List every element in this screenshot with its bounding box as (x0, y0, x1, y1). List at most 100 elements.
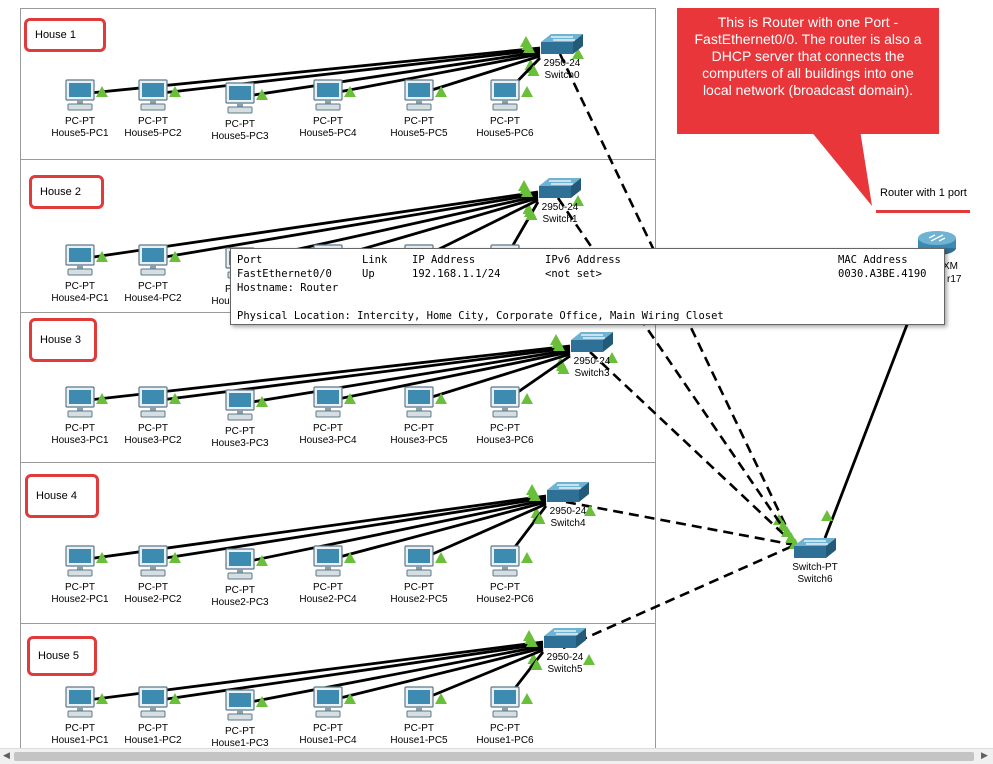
router-callout: This is Router with one Port - FastEther… (677, 8, 939, 134)
pc-device[interactable]: PC-PT House3-PC5 (379, 385, 459, 447)
pc-device[interactable]: PC-PT House5-PC3 (200, 81, 280, 143)
pc-device[interactable]: PC-PT House5-PC1 (40, 78, 120, 140)
desktop-icon (40, 385, 120, 421)
pc-name-label: House5-PC3 (211, 131, 269, 142)
switch-icon (552, 330, 632, 356)
link-status-indicator (821, 510, 833, 521)
pc-device[interactable]: PC-PT House3-PC6 (465, 385, 545, 447)
desktop-icon (465, 385, 545, 421)
pc-device[interactable]: PC-PT House2-PC5 (379, 544, 459, 606)
pc-name-label: House5-PC4 (299, 128, 357, 139)
pc-device[interactable]: PC-PT House2-PC6 (465, 544, 545, 606)
switch-name-label: Switch1 (542, 214, 578, 225)
pc-device[interactable]: PC-PT House3-PC3 (200, 388, 280, 450)
house-label-2[interactable]: House 2 (29, 175, 104, 209)
switch-icon (775, 536, 855, 562)
house-label-5[interactable]: House 5 (27, 636, 97, 676)
pc-device[interactable]: PC-PT House2-PC1 (40, 544, 120, 606)
uplink-link[interactable] (589, 351, 796, 546)
topology-canvas[interactable]: House 1 House 2 House 3 House 4 House 5 … (0, 0, 993, 755)
access-switch[interactable]: 2950-24 Switch0 (522, 32, 602, 82)
scroll-right-icon[interactable]: ▶ (981, 750, 988, 761)
pc-name-label: House3-PC3 (211, 438, 269, 449)
pc-device[interactable]: PC-PT House1-PC2 (113, 685, 193, 747)
pc-device[interactable]: PC-PT House4-PC2 (113, 243, 193, 305)
desktop-icon (379, 385, 459, 421)
popup-location: Physical Location: Intercity, Home City,… (237, 310, 724, 322)
switch-name-label: Switch4 (550, 518, 586, 529)
pc-device[interactable]: PC-PT House2-PC4 (288, 544, 368, 606)
desktop-icon (113, 78, 193, 114)
pc-type-label: PC-PT (65, 281, 95, 292)
pc-type-label: PC-PT (404, 423, 434, 434)
pc-type-label: PC-PT (313, 582, 343, 593)
pc-name-label: House3-PC4 (299, 435, 357, 446)
switch-model-label: 2950-24 (549, 506, 587, 517)
pc-type-label: PC-PT (65, 423, 95, 434)
pc-type-label: PC-PT (490, 723, 520, 734)
desktop-icon (113, 544, 193, 580)
pc-device[interactable]: PC-PT House2-PC2 (113, 544, 193, 606)
access-switch[interactable]: 2950-24 Switch1 (520, 176, 600, 226)
pc-type-label: PC-PT (138, 423, 168, 434)
core-switch-model: Switch-PT (792, 562, 838, 573)
pc-type-label: PC-PT (404, 723, 434, 734)
popup-header-link: Link (362, 254, 388, 266)
pc-device[interactable]: PC-PT House2-PC3 (200, 547, 280, 609)
pc-device[interactable]: PC-PT House1-PC1 (40, 685, 120, 747)
pc-name-label: House2-PC5 (390, 594, 448, 605)
popup-header-ipv6: IPv6 Address (545, 254, 621, 266)
pc-type-label: PC-PT (490, 116, 520, 127)
popup-header-mac: MAC Address (838, 254, 908, 266)
horizontal-scrollbar[interactable]: ◀ ▶ (0, 748, 993, 764)
house-label-3[interactable]: House 3 (29, 318, 97, 362)
house-label-1[interactable]: House 1 (24, 18, 106, 52)
access-switch[interactable]: 2950-24 Switch3 (552, 330, 632, 380)
pc-name-label: House2-PC2 (124, 594, 182, 605)
desktop-icon (379, 544, 459, 580)
pc-name-label: House2-PC4 (299, 594, 357, 605)
scroll-left-icon[interactable]: ◀ (3, 750, 10, 761)
pc-type-label: PC-PT (138, 281, 168, 292)
pc-device[interactable]: PC-PT House1-PC5 (379, 685, 459, 747)
access-switch[interactable]: 2950-24 Switch5 (525, 626, 605, 676)
switch-model-label: 2950-24 (546, 652, 584, 663)
house-label-4[interactable]: House 4 (25, 474, 99, 518)
switch-icon (522, 32, 602, 58)
switch-name-label: Switch0 (544, 70, 580, 81)
scroll-thumb[interactable] (14, 752, 974, 761)
pc-type-label: PC-PT (138, 582, 168, 593)
pc-name-label: House2-PC6 (476, 594, 534, 605)
access-switch[interactable]: 2950-24 Switch4 (528, 480, 608, 530)
pc-device[interactable]: PC-PT House1-PC3 (200, 688, 280, 750)
pc-device[interactable]: PC-PT House5-PC4 (288, 78, 368, 140)
pc-device[interactable]: PC-PT House3-PC1 (40, 385, 120, 447)
switch-model-label: 2950-24 (541, 202, 579, 213)
pc-type-label: PC-PT (490, 423, 520, 434)
desktop-icon (465, 78, 545, 114)
pc-device[interactable]: PC-PT House4-PC1 (40, 243, 120, 305)
pc-name-label: House1-PC1 (51, 735, 109, 746)
pc-type-label: PC-PT (65, 723, 95, 734)
pc-device[interactable]: PC-PT House1-PC4 (288, 685, 368, 747)
pc-type-label: PC-PT (138, 116, 168, 127)
core-switch[interactable]: Switch-PT Switch6 (775, 536, 855, 586)
pc-type-label: PC-PT (225, 585, 255, 596)
desktop-icon (113, 685, 193, 721)
router-model-fragment: XM (943, 261, 958, 272)
popup-hostname: Hostname: Router (237, 282, 339, 294)
pc-device[interactable]: PC-PT House1-PC6 (465, 685, 545, 747)
desktop-icon (40, 78, 120, 114)
desktop-icon (288, 385, 368, 421)
desktop-icon (288, 544, 368, 580)
pc-device[interactable]: PC-PT House5-PC2 (113, 78, 193, 140)
pc-device[interactable]: PC-PT House3-PC4 (288, 385, 368, 447)
pc-device[interactable]: PC-PT House3-PC2 (113, 385, 193, 447)
popup-ipv6-value: <not set> (545, 268, 602, 280)
pc-device[interactable]: PC-PT House5-PC5 (379, 78, 459, 140)
popup-mac-value: 0030.A3BE.4190 (838, 268, 927, 280)
pc-device[interactable]: PC-PT House5-PC6 (465, 78, 545, 140)
pc-name-label: House4-PC1 (51, 293, 109, 304)
desktop-icon (40, 544, 120, 580)
port-info-popup: Port Link IP Address IPv6 Address MAC Ad… (230, 248, 945, 325)
